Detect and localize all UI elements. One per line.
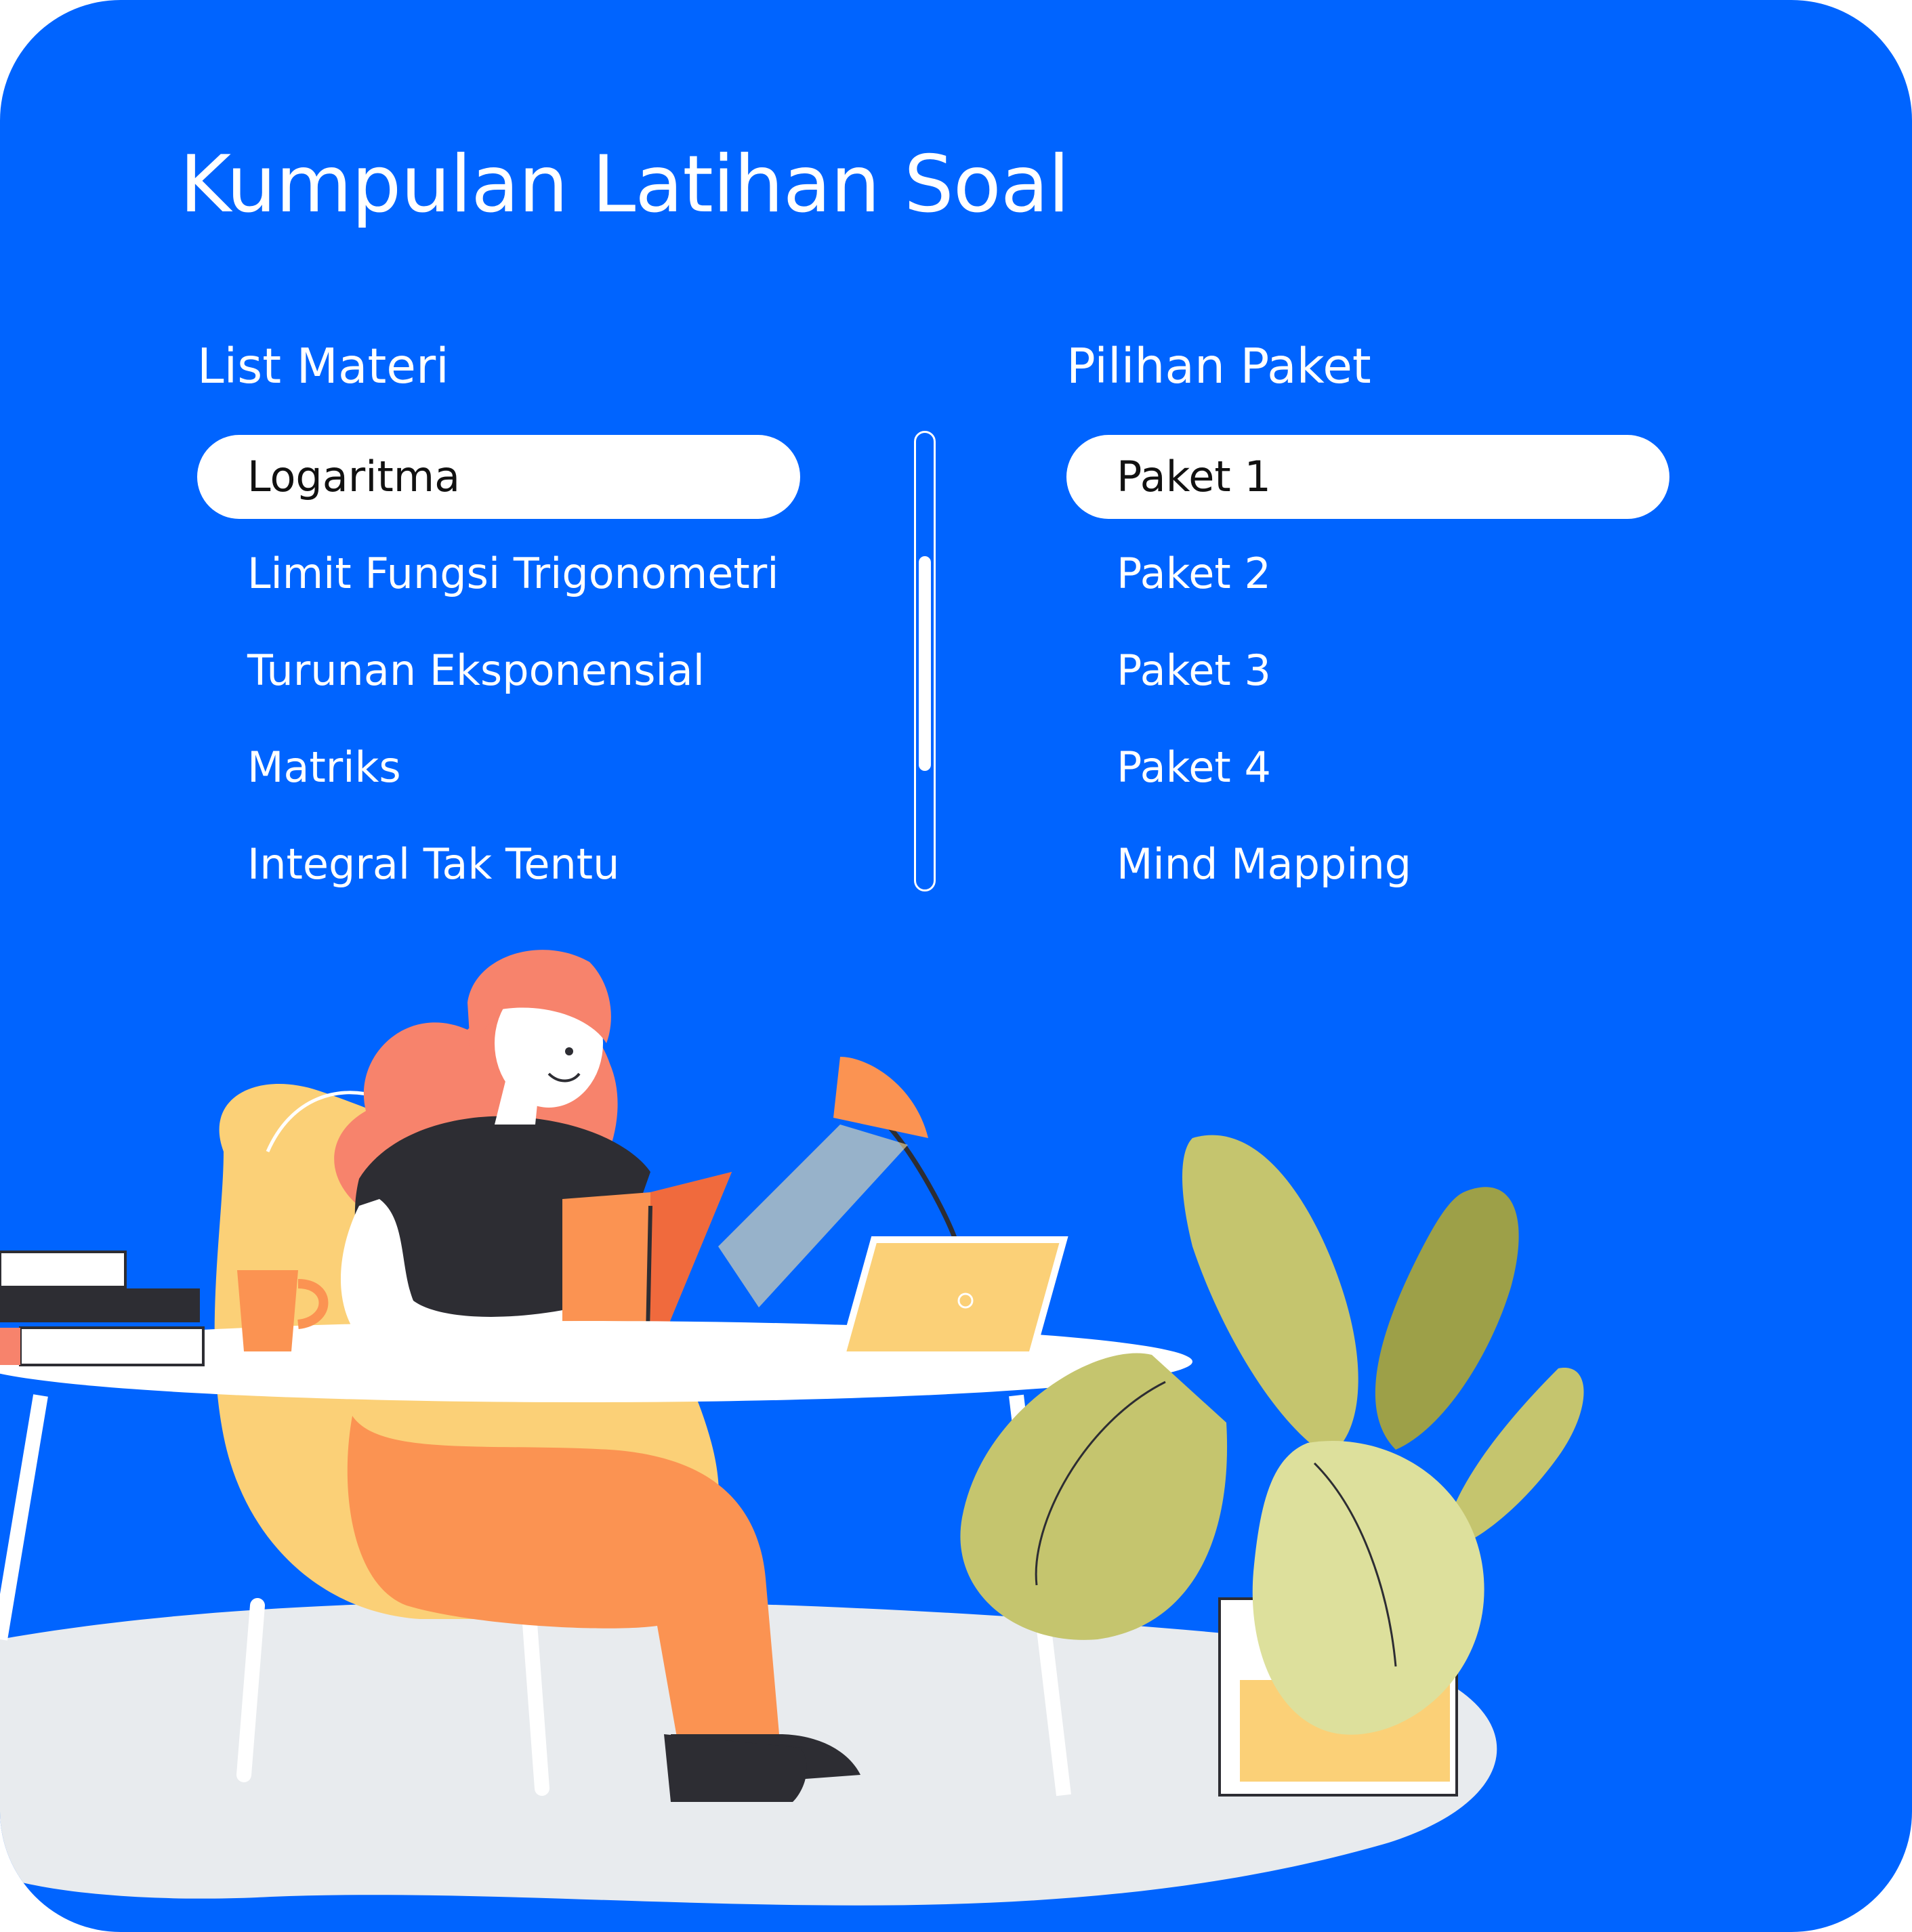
eye [565,1047,573,1055]
card: Kumpulan Latihan Soal List Materi Piliha… [0,0,1912,1932]
book-stack-icon [0,1251,205,1366]
study-illustration [0,950,1584,1906]
